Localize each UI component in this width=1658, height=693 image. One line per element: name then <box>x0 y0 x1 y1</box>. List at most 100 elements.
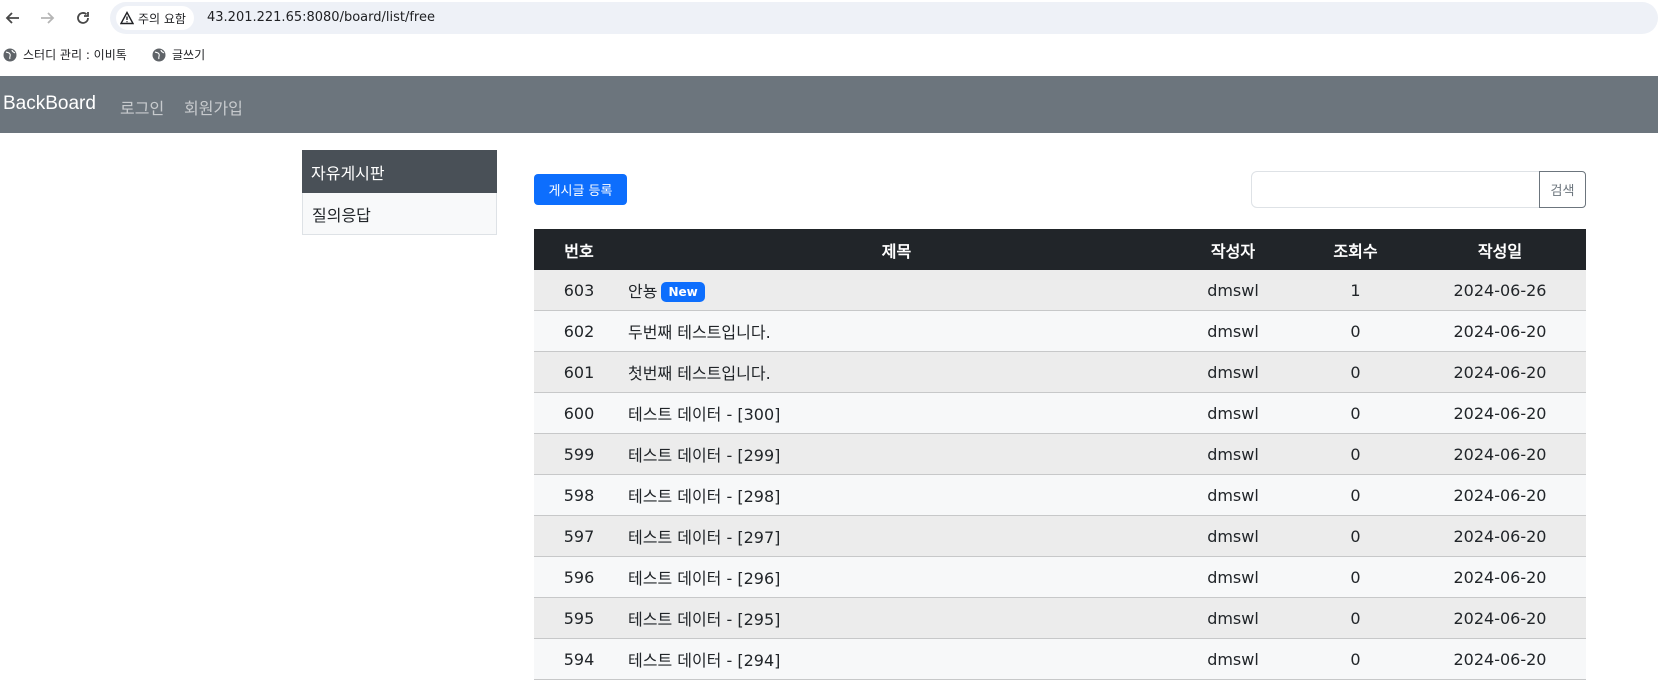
post-title-link[interactable]: 안뇽 <box>628 282 657 301</box>
post-number: 601 <box>534 351 624 393</box>
post-number: 594 <box>534 638 624 680</box>
post-date: 2024-06-20 <box>1414 515 1586 557</box>
post-title-cell: 테스트 데이터 - [299] <box>624 433 1169 475</box>
bookmark-label: 글쓰기 <box>172 48 206 62</box>
post-views: 0 <box>1297 474 1414 516</box>
post-date: 2024-06-20 <box>1414 474 1586 516</box>
post-author: dmswl <box>1169 638 1297 680</box>
post-date: 2024-06-26 <box>1414 270 1586 311</box>
table-row[interactable]: 594 테스트 데이터 - [294] dmswl 0 2024-06-20 <box>534 638 1586 680</box>
post-title-link[interactable]: 두번째 테스트입니다. <box>628 323 771 342</box>
post-title-link[interactable]: 테스트 데이터 - [298] <box>628 487 780 506</box>
post-views: 0 <box>1297 515 1414 557</box>
header-title: 제목 <box>624 229 1169 270</box>
post-title-cell: 테스트 데이터 - [296] <box>624 556 1169 598</box>
post-number: 598 <box>534 474 624 516</box>
post-views: 0 <box>1297 433 1414 475</box>
post-date: 2024-06-20 <box>1414 310 1586 352</box>
post-title-cell: 테스트 데이터 - [300] <box>624 392 1169 434</box>
post-views: 1 <box>1297 270 1414 311</box>
post-title-link[interactable]: 테스트 데이터 - [300] <box>628 405 780 424</box>
bookmark-study[interactable]: 스터디 관리 : 이비톡 <box>3 46 127 63</box>
post-number: 602 <box>534 310 624 352</box>
globe-icon <box>152 48 166 61</box>
post-date: 2024-06-20 <box>1414 556 1586 598</box>
post-date: 2024-06-20 <box>1414 392 1586 434</box>
address-bar[interactable]: 주의 요함 43.201.221.65:8080/board/list/free <box>110 2 1658 34</box>
post-author: dmswl <box>1169 515 1297 557</box>
warning-icon <box>120 11 134 25</box>
post-number: 599 <box>534 433 624 475</box>
new-badge: New <box>661 282 705 302</box>
post-author: dmswl <box>1169 351 1297 393</box>
signup-link[interactable]: 회원가입 <box>184 95 243 119</box>
post-author: dmswl <box>1169 310 1297 352</box>
post-title-link[interactable]: 첫번째 테스트입니다. <box>628 364 771 383</box>
login-link[interactable]: 로그인 <box>120 95 164 119</box>
post-number: 603 <box>534 270 624 311</box>
header-date: 작성일 <box>1414 229 1586 270</box>
post-author: dmswl <box>1169 392 1297 434</box>
post-title-cell: 첫번째 테스트입니다. <box>624 351 1169 393</box>
search-button[interactable]: 검색 <box>1539 171 1586 208</box>
post-title-cell: 두번째 테스트입니다. <box>624 310 1169 352</box>
post-number: 596 <box>534 556 624 598</box>
sidebar-item-free-board[interactable]: 자유게시판 <box>302 150 497 193</box>
reload-icon[interactable] <box>72 7 94 29</box>
search-input[interactable] <box>1251 171 1541 208</box>
post-title-link[interactable]: 테스트 데이터 - [294] <box>628 651 780 670</box>
create-post-button[interactable]: 게시글 등록 <box>534 174 627 205</box>
post-title-link[interactable]: 테스트 데이터 - [297] <box>628 528 780 547</box>
header-number: 번호 <box>534 229 624 270</box>
post-title-link[interactable]: 테스트 데이터 - [299] <box>628 446 780 465</box>
browser-toolbar: 주의 요함 43.201.221.65:8080/board/list/free <box>0 0 1658 36</box>
table-header-row: 번호 제목 작성자 조회수 작성일 <box>534 229 1586 270</box>
table-row[interactable]: 602 두번째 테스트입니다. dmswl 0 2024-06-20 <box>534 310 1586 352</box>
bookmark-write[interactable]: 글쓰기 <box>152 46 205 63</box>
post-date: 2024-06-20 <box>1414 351 1586 393</box>
header-author: 작성자 <box>1169 229 1297 270</box>
sidebar-item-label: 질의응답 <box>312 205 371 225</box>
post-date: 2024-06-20 <box>1414 433 1586 475</box>
sidebar-item-qna[interactable]: 질의응답 <box>302 193 497 235</box>
url-text[interactable]: 43.201.221.65:8080/board/list/free <box>207 10 435 25</box>
post-author: dmswl <box>1169 556 1297 598</box>
table-row[interactable]: 596 테스트 데이터 - [296] dmswl 0 2024-06-20 <box>534 556 1586 598</box>
post-title-cell: 테스트 데이터 - [297] <box>624 515 1169 557</box>
post-title-cell: 안뇽 New <box>624 270 1169 311</box>
bookmarks-bar: 스터디 관리 : 이비톡 글쓰기 <box>0 38 1658 72</box>
security-warning-chip[interactable]: 주의 요함 <box>116 6 194 30</box>
table-row[interactable]: 599 테스트 데이터 - [299] dmswl 0 2024-06-20 <box>534 433 1586 475</box>
table-row[interactable]: 598 테스트 데이터 - [298] dmswl 0 2024-06-20 <box>534 474 1586 516</box>
back-arrow-icon[interactable] <box>2 7 24 29</box>
table-row[interactable]: 603 안뇽 New dmswl 1 2024-06-26 <box>534 270 1586 311</box>
post-author: dmswl <box>1169 474 1297 516</box>
table-row[interactable]: 601 첫번째 테스트입니다. dmswl 0 2024-06-20 <box>534 351 1586 393</box>
post-views: 0 <box>1297 638 1414 680</box>
post-author: dmswl <box>1169 597 1297 639</box>
site-navbar: BackBoard 로그인 회원가입 <box>0 76 1658 133</box>
board-sidebar: 자유게시판 질의응답 <box>302 150 497 235</box>
table-row[interactable]: 597 테스트 데이터 - [297] dmswl 0 2024-06-20 <box>534 515 1586 557</box>
post-number: 600 <box>534 392 624 434</box>
post-author: dmswl <box>1169 433 1297 475</box>
post-number: 595 <box>534 597 624 639</box>
post-date: 2024-06-20 <box>1414 638 1586 680</box>
post-date: 2024-06-20 <box>1414 597 1586 639</box>
post-title-cell: 테스트 데이터 - [294] <box>624 638 1169 680</box>
post-title-cell: 테스트 데이터 - [295] <box>624 597 1169 639</box>
post-views: 0 <box>1297 351 1414 393</box>
forward-arrow-icon[interactable] <box>36 7 58 29</box>
bookmark-label: 스터디 관리 : 이비톡 <box>23 48 127 62</box>
post-table: 번호 제목 작성자 조회수 작성일 603 안뇽 New dmswl 1 2024-06-… <box>534 229 1586 680</box>
post-views: 0 <box>1297 310 1414 352</box>
warning-label: 주의 요함 <box>138 11 186 26</box>
post-title-cell: 테스트 데이터 - [298] <box>624 474 1169 516</box>
table-row[interactable]: 600 테스트 데이터 - [300] dmswl 0 2024-06-20 <box>534 392 1586 434</box>
post-number: 597 <box>534 515 624 557</box>
post-title-link[interactable]: 테스트 데이터 - [296] <box>628 569 780 588</box>
brand-logo[interactable]: BackBoard <box>3 93 96 115</box>
table-row[interactable]: 595 테스트 데이터 - [295] dmswl 0 2024-06-20 <box>534 597 1586 639</box>
post-author: dmswl <box>1169 270 1297 311</box>
post-title-link[interactable]: 테스트 데이터 - [295] <box>628 610 780 629</box>
